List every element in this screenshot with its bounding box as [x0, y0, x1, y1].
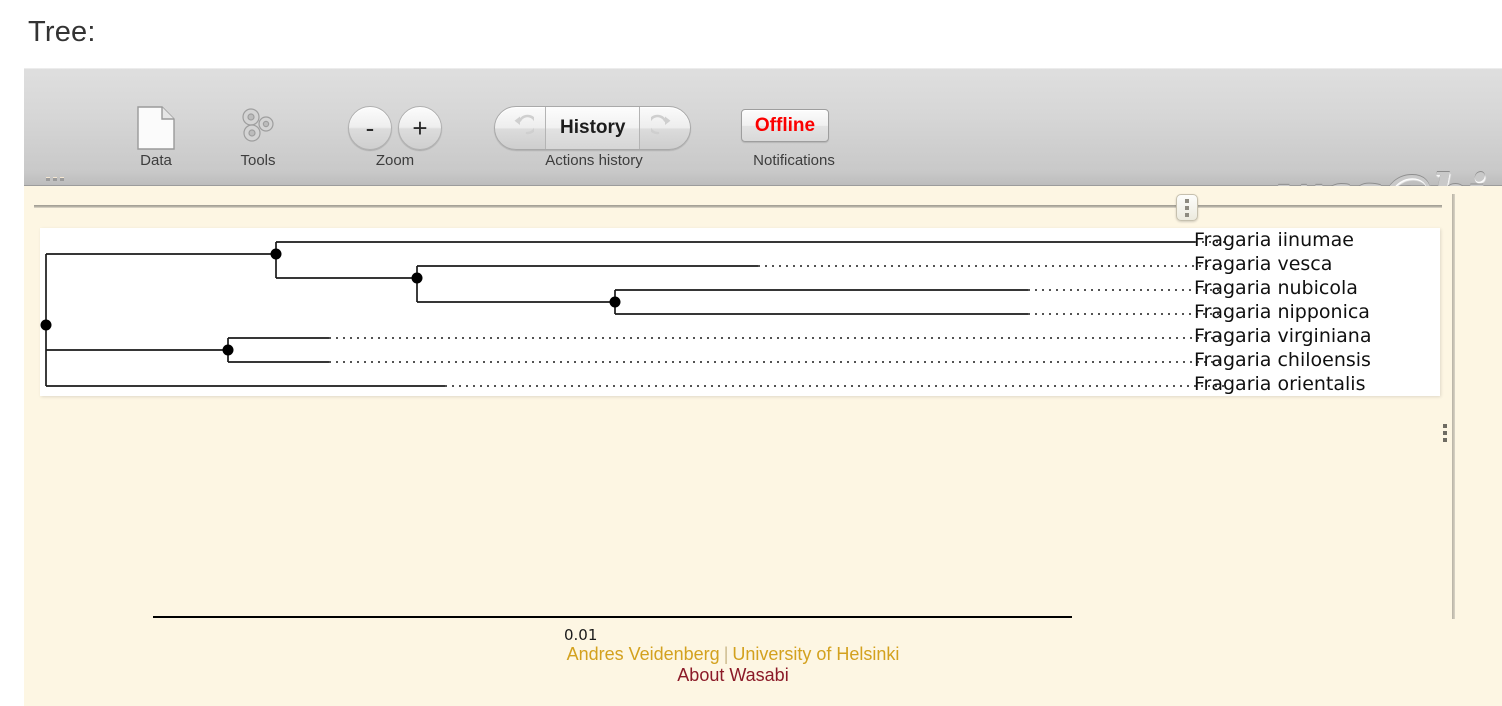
author-link[interactable]: Andres Veidenberg	[567, 644, 720, 664]
undo-icon[interactable]	[495, 107, 545, 149]
workspace: Fragaria iinumae Fragaria vesca Fragaria n…	[24, 186, 1502, 706]
horizontal-divider-handle[interactable]	[1176, 194, 1198, 221]
dot-icon	[1443, 424, 1447, 428]
main-toolbar: Data Tools - + Zoom History Actions hist…	[24, 68, 1502, 225]
toolbar-button-tools[interactable]: Tools	[212, 68, 304, 186]
leaf-label[interactable]: Fragaria vesca	[1194, 253, 1332, 275]
affiliation-link[interactable]: University of Helsinki	[732, 644, 899, 664]
dot-icon	[1443, 431, 1447, 435]
toolbar-caption-data: Data	[140, 152, 172, 169]
document-icon	[110, 106, 202, 150]
zoom-in-button[interactable]: +	[398, 106, 442, 150]
vertical-divider	[1452, 194, 1455, 619]
history-button[interactable]: History	[545, 107, 641, 149]
dot-icon	[53, 177, 57, 181]
toolbar-group-history: History Actions history	[484, 68, 704, 186]
tree-node-root[interactable]	[40, 319, 52, 331]
tree-node-node-d[interactable]	[222, 344, 234, 356]
scale-bar	[153, 616, 1072, 618]
toolbar-overflow-handle[interactable]	[46, 177, 64, 181]
vertical-divider-handle[interactable]	[1443, 424, 1447, 442]
tree-node-node-a[interactable]	[270, 248, 282, 260]
toolbar-button-data[interactable]: Data	[110, 68, 202, 186]
horizontal-divider	[34, 205, 1442, 208]
gears-icon	[212, 106, 304, 150]
tree-node-node-b[interactable]	[411, 272, 423, 284]
toolbar-group-notifications: Offline Notifications	[724, 68, 864, 186]
scale-bar-label: 0.01	[564, 626, 598, 644]
credits-line: Andres Veidenberg | University of Helsinki	[24, 644, 1442, 665]
redo-icon[interactable]	[640, 107, 690, 149]
leaf-label[interactable]: Fragaria chiloensis	[1194, 349, 1371, 371]
page-title: Tree:	[28, 16, 96, 48]
toolbar-caption-tools: Tools	[240, 152, 276, 169]
about-wasabi-link[interactable]: About Wasabi	[677, 665, 788, 685]
toolbar-caption-notifications: Notifications	[753, 152, 835, 169]
toolbar-caption-zoom: Zoom	[375, 152, 415, 169]
leaf-label[interactable]: Fragaria virginiana	[1194, 325, 1371, 347]
dot-icon	[1443, 438, 1447, 442]
toolbar-caption-history: Actions history	[545, 152, 643, 169]
credits-separator: |	[723, 644, 729, 664]
dot-icon	[1185, 212, 1189, 217]
leaf-label[interactable]: Fragaria orientalis	[1194, 373, 1365, 395]
tree-node-node-c[interactable]	[609, 296, 621, 308]
zoom-out-button[interactable]: -	[348, 106, 392, 150]
toolbar-group-zoom: - + Zoom	[324, 68, 466, 186]
leaf-label[interactable]: Fragaria nubicola	[1194, 277, 1358, 299]
status-badge-offline[interactable]: Offline	[741, 109, 829, 142]
dot-icon	[1185, 205, 1189, 210]
dot-icon	[46, 177, 50, 181]
leaf-label[interactable]: Fragaria nipponica	[1194, 301, 1370, 323]
about-line: About Wasabi	[24, 665, 1442, 686]
dot-icon	[1185, 198, 1189, 203]
leaf-label[interactable]: Fragaria iinumae	[1194, 229, 1354, 251]
dot-icon	[60, 177, 64, 181]
